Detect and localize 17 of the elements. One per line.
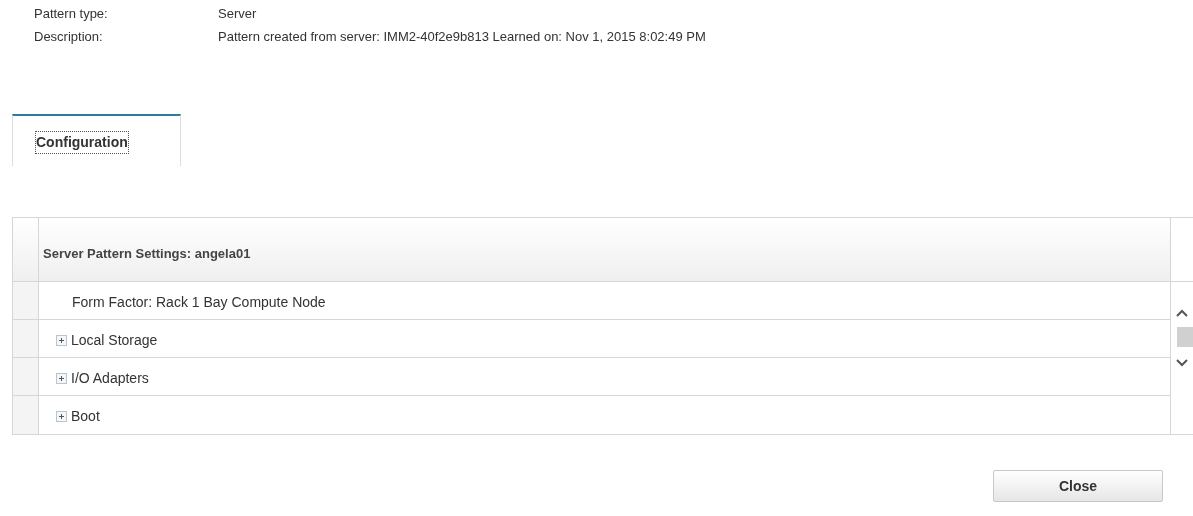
close-button[interactable]: Close bbox=[993, 470, 1163, 502]
field-label: Description: bbox=[34, 28, 103, 46]
tree-item[interactable]: Local Storage bbox=[71, 329, 158, 351]
field-label: Pattern type: bbox=[34, 5, 108, 23]
expand-icon[interactable] bbox=[56, 372, 67, 384]
scroll-down-icon[interactable] bbox=[1176, 359, 1188, 367]
column-header: Server Pattern Settings: angela01 bbox=[43, 245, 251, 264]
expand-icon[interactable] bbox=[56, 410, 67, 422]
scroll-up-icon[interactable] bbox=[1176, 309, 1188, 317]
tree-item[interactable]: Boot bbox=[71, 405, 100, 427]
tree-item[interactable]: I/O Adapters bbox=[71, 367, 149, 389]
expand-icon[interactable] bbox=[56, 334, 67, 346]
tree-item: Form Factor: Rack 1 Bay Compute Node bbox=[72, 292, 326, 312]
tab[interactable]: Configuration bbox=[12, 114, 181, 166]
scrollbar-thumb[interactable] bbox=[1177, 327, 1193, 347]
field-value: Pattern created from server: IMM2-40f2e9b813 Learned on: Nov 1, 2015 8:02:49 PM bbox=[218, 28, 706, 46]
field-value: Server bbox=[218, 5, 257, 23]
